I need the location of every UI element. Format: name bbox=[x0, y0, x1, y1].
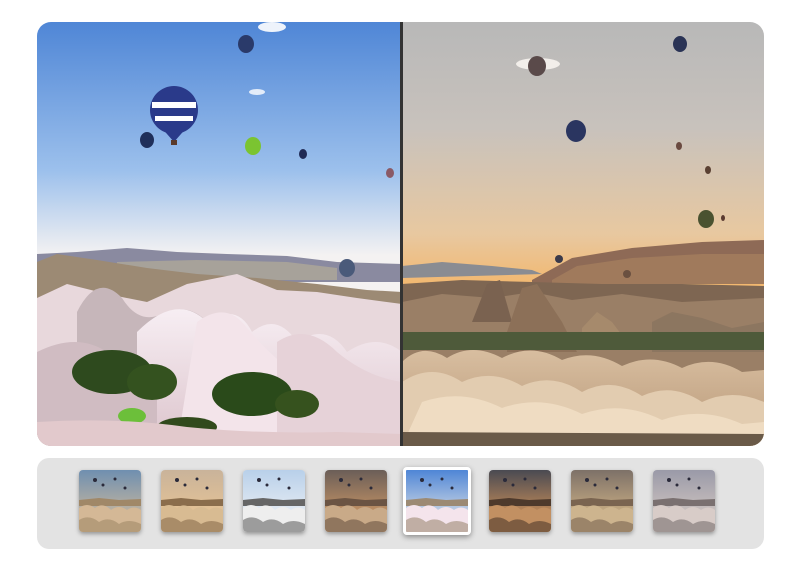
filter-preview-3 bbox=[243, 470, 305, 532]
filter-preview-5 bbox=[406, 470, 468, 532]
filter-thumbnail-6[interactable] bbox=[489, 470, 551, 532]
filter-thumbnail-3[interactable] bbox=[243, 470, 305, 532]
original-image bbox=[37, 22, 402, 446]
filter-thumbnail-1[interactable] bbox=[79, 470, 141, 532]
original-photo bbox=[37, 22, 402, 446]
filter-strip bbox=[37, 458, 764, 549]
filter-thumbnail-4[interactable] bbox=[325, 470, 387, 532]
filter-thumbnail-8[interactable] bbox=[653, 470, 715, 532]
filter-preview-4 bbox=[325, 470, 387, 532]
filter-preview-7 bbox=[571, 470, 633, 532]
filter-thumbnail-7[interactable] bbox=[571, 470, 633, 532]
filter-preview-6 bbox=[489, 470, 551, 532]
filter-preview-2 bbox=[161, 470, 223, 532]
filter-preview-1 bbox=[79, 470, 141, 532]
filter-thumbnail-5[interactable] bbox=[403, 467, 471, 535]
filter-thumbnail-2[interactable] bbox=[161, 470, 223, 532]
image-comparison-viewer[interactable] bbox=[37, 22, 764, 446]
comparison-slider-handle[interactable] bbox=[400, 22, 403, 446]
filter-preview-8 bbox=[653, 470, 715, 532]
filtered-image bbox=[402, 22, 764, 446]
filtered-photo bbox=[402, 22, 764, 446]
